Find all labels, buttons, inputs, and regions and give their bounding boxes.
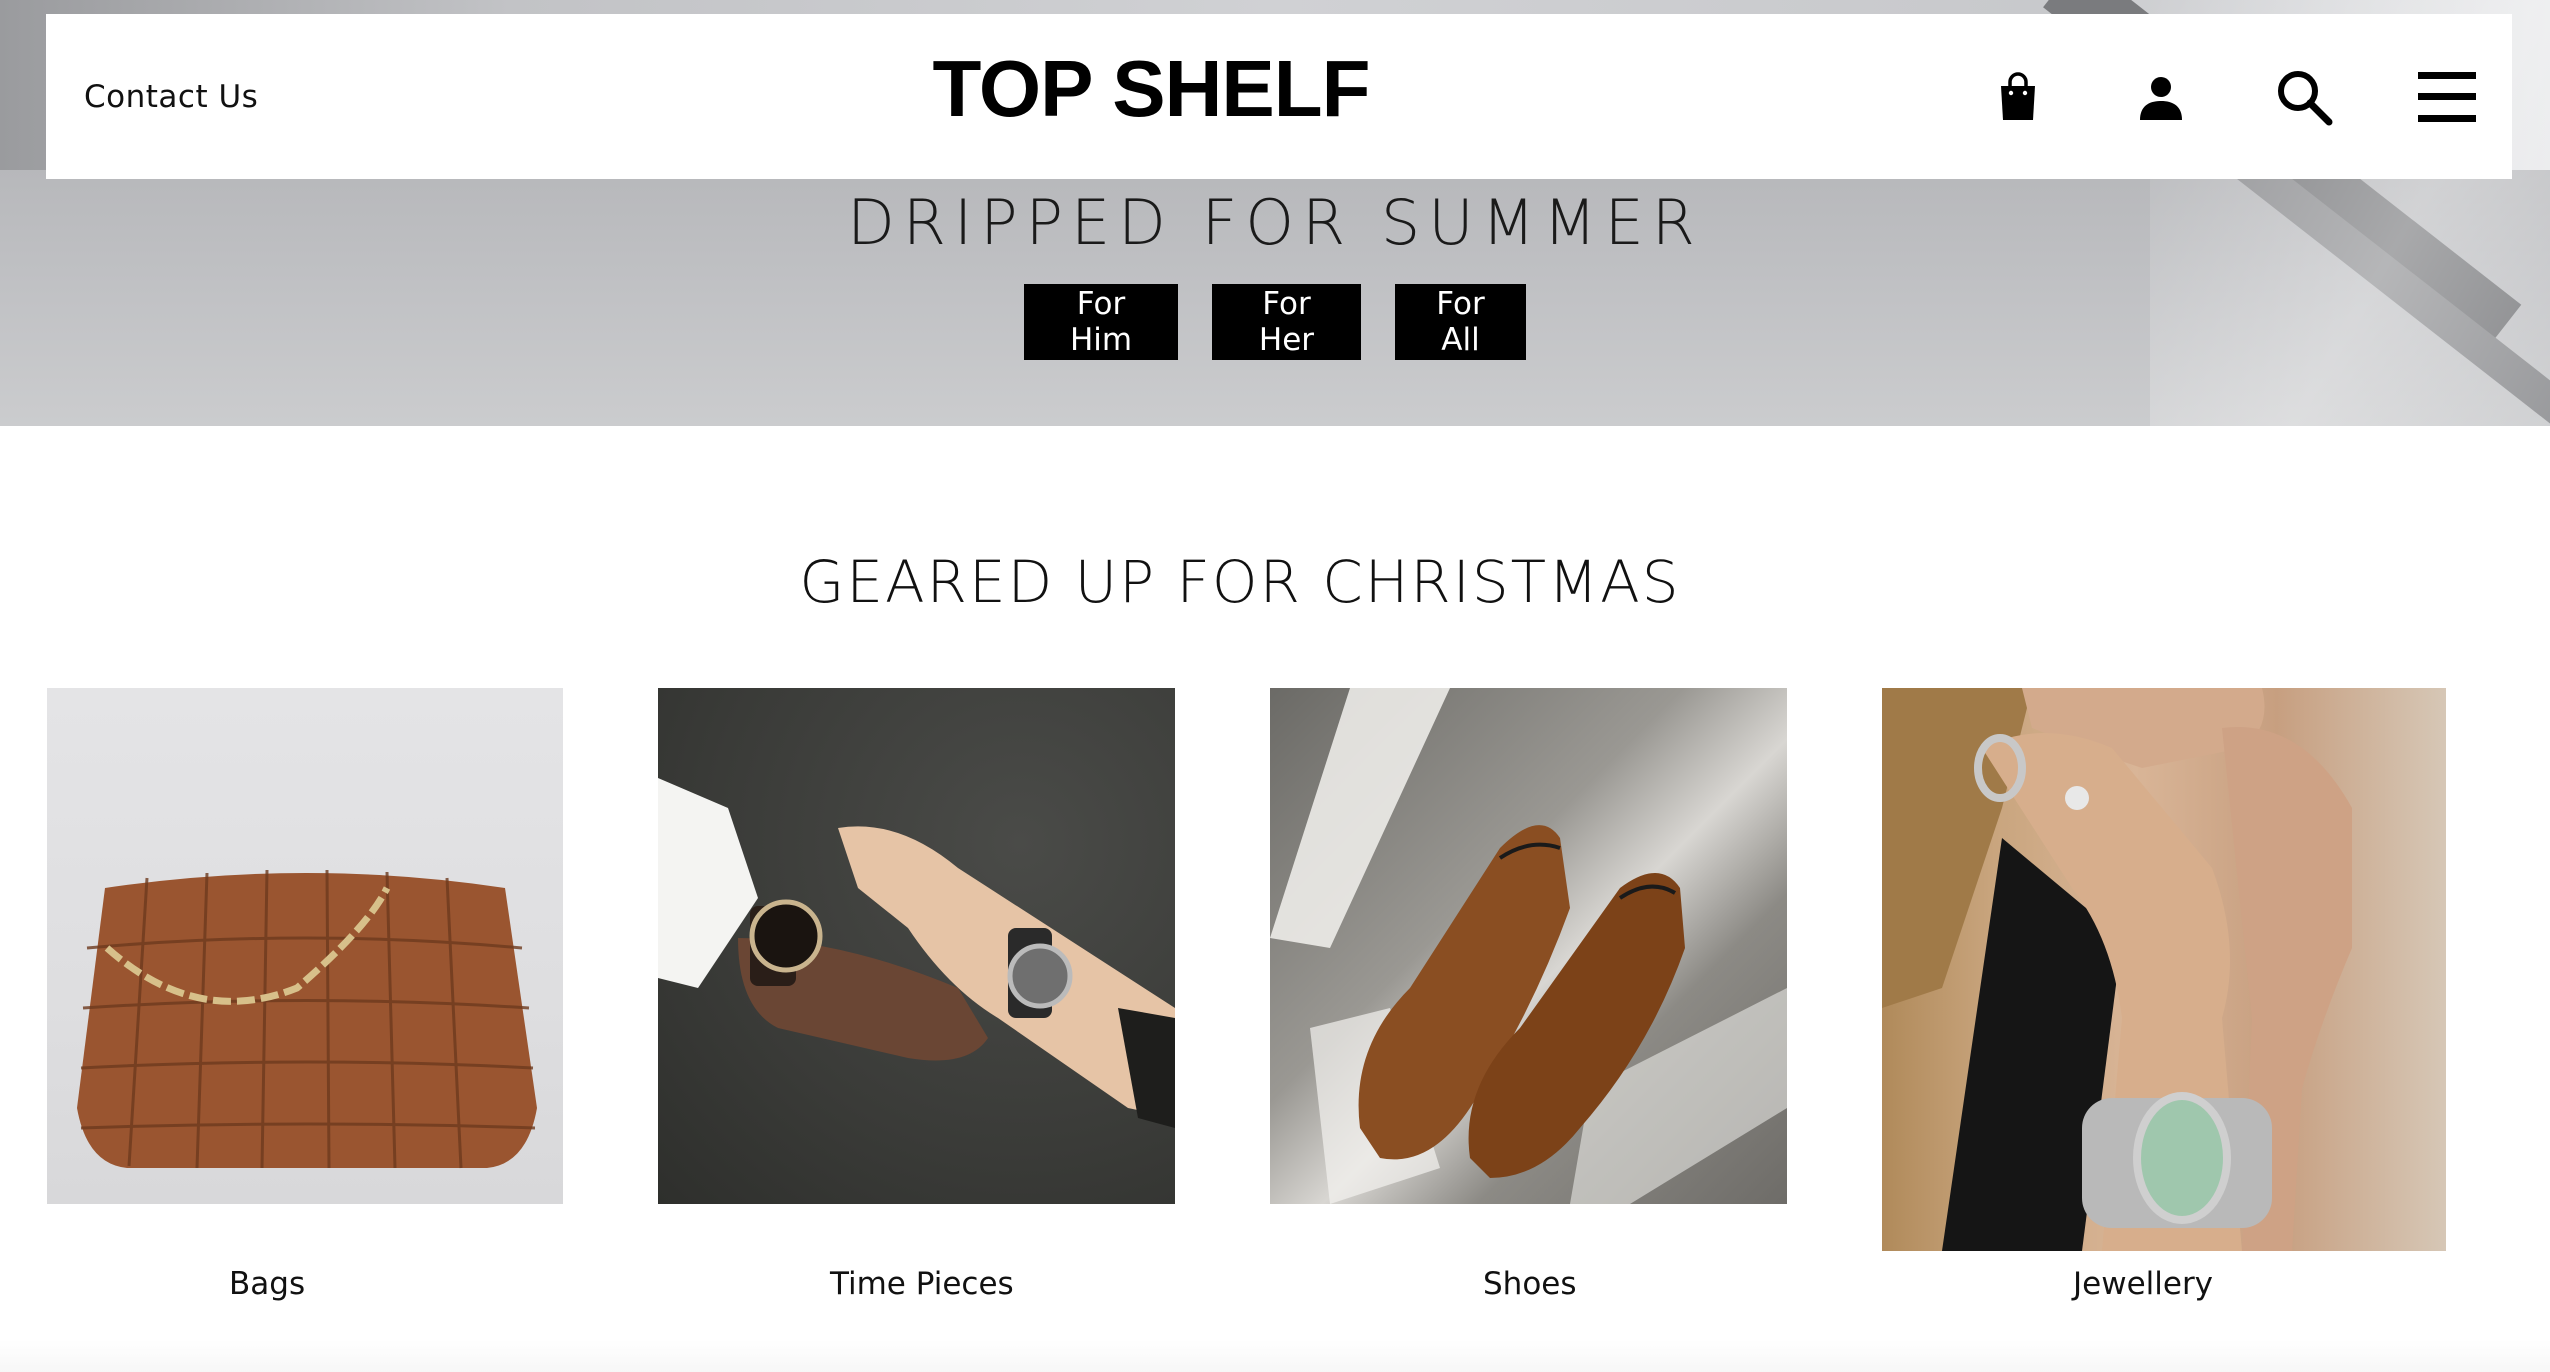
bags-image[interactable] — [47, 688, 563, 1204]
for-her-button[interactable]: For Her — [1212, 284, 1361, 360]
for-him-button[interactable]: For Him — [1024, 284, 1178, 360]
for-all-button[interactable]: For All — [1395, 284, 1526, 360]
header-icon-group — [1910, 14, 2482, 179]
category-card-bags[interactable]: Bags — [47, 688, 563, 1302]
category-card-time-pieces[interactable]: Time Pieces — [658, 688, 1175, 1302]
menu-icon[interactable] — [2412, 62, 2482, 132]
bags-label[interactable]: Bags — [229, 1266, 305, 1302]
search-icon[interactable] — [2269, 62, 2339, 132]
shopping-bag-icon[interactable] — [1983, 62, 2053, 132]
category-card-jewellery[interactable]: Jewellery — [1882, 688, 2446, 1302]
time-pieces-label[interactable]: Time Pieces — [830, 1266, 1014, 1302]
jewellery-image[interactable] — [1882, 688, 2446, 1251]
shoes-label[interactable]: Shoes — [1483, 1266, 1577, 1302]
time-pieces-image[interactable] — [658, 688, 1175, 1204]
page-bottom-fade — [0, 1340, 2550, 1372]
account-icon[interactable] — [2126, 62, 2196, 132]
shoes-image[interactable] — [1270, 688, 1787, 1204]
top-navbar: Contact Us TOP SHELF — [46, 14, 2512, 179]
jewellery-label[interactable]: Jewellery — [2073, 1266, 2213, 1302]
hero-cta-group: For Him For Her For All — [0, 284, 2550, 360]
section-title: GEARED UP FOR CHRISTMAS — [799, 548, 1681, 616]
site-logo[interactable]: TOP SHELF — [916, 14, 1386, 164]
contact-us-link[interactable]: Contact Us — [84, 14, 258, 179]
category-card-shoes[interactable]: Shoes — [1270, 688, 1787, 1302]
hero-title: DRIPPED FOR SUMMER — [847, 186, 1703, 259]
